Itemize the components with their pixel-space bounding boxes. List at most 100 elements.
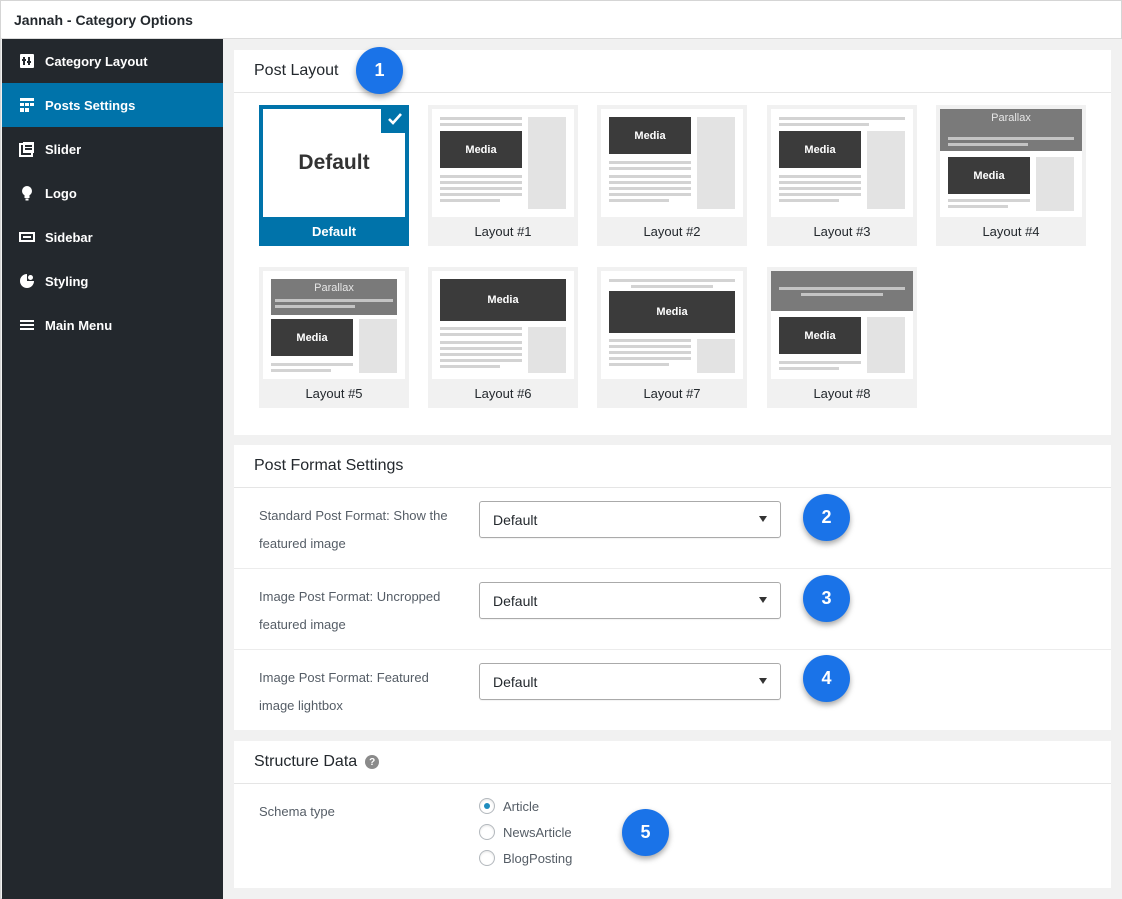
sidebar-item-sidebar[interactable]: Sidebar xyxy=(2,215,223,259)
media-label: Media xyxy=(440,279,566,321)
layout-thumbnail: Media xyxy=(771,109,913,217)
help-icon[interactable]: ? xyxy=(365,755,380,769)
select-value: Default xyxy=(493,511,538,528)
layout-option-5[interactable]: Parallax Media Layout #5 xyxy=(259,267,409,408)
callout-badge-5: 5 xyxy=(622,809,669,856)
radio-button[interactable] xyxy=(479,824,495,840)
sidebar-icon xyxy=(19,229,35,245)
layout-thumbnail: Media xyxy=(601,109,743,217)
callout-badge-4: 4 xyxy=(803,655,850,702)
options-window: Jannah - Category Options Category Layou… xyxy=(0,0,1122,899)
layout-label: Layout #6 xyxy=(474,386,532,401)
layout-option-3[interactable]: Media Layout #3 xyxy=(767,105,917,246)
media-label: Media xyxy=(779,317,861,354)
uncropped-image-select[interactable]: Default xyxy=(479,582,781,619)
layout-label: Layout #3 xyxy=(813,224,871,239)
layout-option-1[interactable]: Media Layout #1 xyxy=(428,105,578,246)
media-label: Media xyxy=(609,117,691,154)
radio-label: NewsArticle xyxy=(503,824,572,840)
sidebar-item-label: Category Layout xyxy=(45,53,148,69)
sidebar-item-label: Styling xyxy=(45,273,89,289)
radio-article[interactable]: Article xyxy=(479,798,539,814)
layout-label: Layout #2 xyxy=(643,224,701,239)
slider-icon xyxy=(19,141,35,157)
post-format-panel: Post Format Settings Standard Post Forma… xyxy=(234,445,1111,730)
select-value: Default xyxy=(493,673,538,690)
layout-label: Layout #8 xyxy=(813,386,871,401)
caret-down-icon xyxy=(759,516,767,522)
layout-label: Default xyxy=(311,224,357,239)
layout-option-default[interactable]: Default Default xyxy=(259,105,409,246)
layout-label: Layout #1 xyxy=(474,224,532,239)
window-title: Jannah - Category Options xyxy=(14,12,193,28)
sidebar-item-label: Sidebar xyxy=(45,229,93,245)
layout-thumbnail: Parallax Media xyxy=(263,271,405,379)
post-layout-panel: Post Layout Default Default Media Layout… xyxy=(234,50,1111,435)
panel-heading-text: Structure Data xyxy=(254,753,358,770)
title-bar: Jannah - Category Options xyxy=(1,1,1121,39)
standard-featured-image-select[interactable]: Default xyxy=(479,501,781,538)
setting-label: Image Post Format: Uncropped featured im… xyxy=(259,589,441,632)
sidebar-item-label: Posts Settings xyxy=(45,97,136,113)
layout-label: Layout #5 xyxy=(305,386,363,401)
sidebar-item-label: Logo xyxy=(45,185,77,201)
setting-label: Standard Post Format: Show the featured … xyxy=(259,508,448,551)
select-value: Default xyxy=(493,592,538,609)
schema-type-label: Schema type xyxy=(259,804,335,819)
layout-thumbnail: Media xyxy=(432,109,574,217)
lightbulb-icon xyxy=(19,185,35,201)
menu-icon xyxy=(19,317,35,333)
caret-down-icon xyxy=(759,678,767,684)
setting-row: Image Post Format: Uncropped featured im… xyxy=(234,570,1111,650)
layout-thumbnail: Media xyxy=(771,271,913,379)
media-label: Media xyxy=(609,291,735,333)
media-label: Media xyxy=(271,319,353,356)
sidebar-item-category-layout[interactable]: Category Layout xyxy=(2,39,223,83)
media-label: Media xyxy=(440,131,522,168)
sidebar-nav: Category Layout Posts Settings Slider Lo… xyxy=(2,39,223,899)
posts-grid-icon xyxy=(19,97,35,113)
layout-thumbnail: Media xyxy=(432,271,574,379)
media-label: Media xyxy=(948,157,1030,194)
setting-label: Image Post Format: Featured image lightb… xyxy=(259,670,429,713)
radio-label: Article xyxy=(503,798,540,814)
default-thumb-text: Default xyxy=(298,151,370,174)
sidebar-item-posts-settings[interactable]: Posts Settings xyxy=(2,83,223,127)
layout-option-4[interactable]: Parallax Media Layout #4 xyxy=(936,105,1086,246)
palette-icon xyxy=(19,273,35,289)
radio-newsarticle[interactable]: NewsArticle xyxy=(479,824,572,840)
sidebar-item-label: Main Menu xyxy=(45,317,113,333)
sidebar-item-label: Slider xyxy=(45,141,82,157)
layout-option-6[interactable]: Media Layout #6 xyxy=(428,267,578,408)
sidebar-item-main-menu[interactable]: Main Menu xyxy=(2,303,223,347)
callout-badge-2: 2 xyxy=(803,494,850,541)
layout-icon xyxy=(19,53,35,69)
callout-badge-3: 3 xyxy=(803,575,850,622)
radio-blogposting[interactable]: BlogPosting xyxy=(479,850,572,866)
radio-label: BlogPosting xyxy=(503,850,573,866)
layout-option-7[interactable]: Media Layout #7 xyxy=(597,267,747,408)
sidebar-item-logo[interactable]: Logo xyxy=(2,171,223,215)
parallax-label: Parallax xyxy=(271,279,397,315)
layout-label: Layout #4 xyxy=(982,224,1040,239)
panel-heading: Post Format Settings xyxy=(234,445,1111,488)
panel-heading: Structure Data ? xyxy=(234,741,1111,784)
layout-label: Layout #7 xyxy=(643,386,701,401)
layout-thumbnail: Parallax Media xyxy=(940,109,1082,217)
setting-row: Standard Post Format: Show the featured … xyxy=(234,489,1111,569)
layout-option-2[interactable]: Media Layout #2 xyxy=(597,105,747,246)
media-label: Media xyxy=(779,131,861,168)
structure-data-panel: Structure Data ? Schema type Article New… xyxy=(234,741,1111,888)
radio-button[interactable] xyxy=(479,798,495,814)
checkmark-icon xyxy=(381,105,409,133)
lightbox-select[interactable]: Default xyxy=(479,663,781,700)
radio-button[interactable] xyxy=(479,850,495,866)
caret-down-icon xyxy=(759,597,767,603)
setting-row: Image Post Format: Featured image lightb… xyxy=(234,651,1111,730)
sidebar-item-slider[interactable]: Slider xyxy=(2,127,223,171)
sidebar-item-styling[interactable]: Styling xyxy=(2,259,223,303)
main-content: Post Layout Default Default Media Layout… xyxy=(223,39,1122,899)
layout-thumbnail: Media xyxy=(601,271,743,379)
callout-badge-1: 1 xyxy=(356,47,403,94)
layout-option-8[interactable]: Media Layout #8 xyxy=(767,267,917,408)
